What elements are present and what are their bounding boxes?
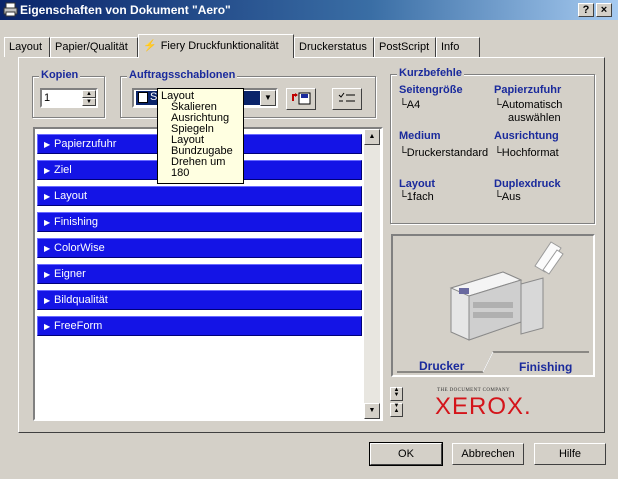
load-template-icon	[292, 92, 311, 105]
copies-spin-buttons: ▲ ▼	[82, 90, 96, 106]
layout-value[interactable]: └1fach	[399, 191, 434, 203]
expand-arrow-icon: ▶	[44, 322, 51, 331]
scroll-up-icon[interactable]: ▲	[364, 129, 380, 145]
section-freeform[interactable]: ▶ FreeForm	[37, 316, 362, 336]
printer-icon	[3, 2, 18, 17]
layout-label: Layout	[399, 178, 436, 190]
expand-arrow-icon: ▶	[44, 244, 51, 253]
copies-spinner[interactable]: 1 ▲ ▼	[40, 88, 98, 108]
popup-item: Drehen um 180	[171, 156, 226, 179]
expand-arrow-icon: ▶	[44, 218, 51, 227]
cancel-button[interactable]: Abbrechen	[452, 443, 524, 465]
expand-all-icon[interactable]: ▲ ▼	[390, 387, 403, 401]
preview-tab-finishing[interactable]: Finishing	[519, 360, 572, 374]
page-size-text: A4	[406, 99, 421, 111]
paper-feed-value[interactable]: └Automatisch	[494, 99, 562, 111]
section-colorwise[interactable]: ▶ ColorWise	[37, 238, 362, 258]
section-label: Bildqualität	[54, 294, 108, 306]
section-label: FreeForm	[54, 320, 103, 332]
tab-fiery[interactable]: ⚡ Fiery Druckfunktionalität	[138, 34, 294, 58]
help-title-button[interactable]: ?	[578, 3, 594, 17]
printer-preview: Drucker Finishing	[391, 234, 595, 377]
printer-illustration-icon	[449, 241, 564, 341]
page-size-value[interactable]: └A4	[399, 99, 420, 111]
expand-arrow-icon: ▶	[44, 270, 51, 279]
duplex-value[interactable]: └Aus	[494, 191, 521, 203]
help-button[interactable]: Hilfe	[534, 443, 606, 465]
tab-paper-quality[interactable]: Papier/Qualität	[50, 37, 138, 57]
load-template-button[interactable]	[286, 88, 316, 110]
list-scrollbar[interactable]: ▲ ▼	[364, 129, 380, 419]
media-text: Druckerstandard	[406, 147, 489, 159]
tab-info[interactable]: Info	[436, 37, 480, 57]
preview-tab-printer[interactable]: Drucker	[419, 359, 464, 373]
orientation-text: Hochformat	[501, 147, 559, 159]
window-title: Eigenschaften von Dokument "Aero"	[20, 3, 231, 17]
tab-layout[interactable]: Layout	[4, 37, 50, 57]
page-size-label: Seitengröße	[399, 84, 463, 96]
section-label: Ziel	[54, 164, 72, 176]
section-bildqualitaet[interactable]: ▶ Bildqualität	[37, 290, 362, 310]
section-label: Layout	[54, 190, 88, 202]
tab-postscript[interactable]: PostScript	[374, 37, 436, 57]
fiery-icon: ⚡	[143, 40, 157, 52]
tab-printer-status[interactable]: Druckerstatus	[294, 37, 374, 57]
template-doc-icon	[138, 92, 148, 103]
ok-button[interactable]: OK	[369, 442, 443, 466]
expand-arrow-icon: ▶	[44, 296, 51, 305]
section-finishing[interactable]: ▶ Finishing	[37, 212, 362, 232]
expand-arrow-icon: ▶	[44, 140, 51, 149]
collapse-all-icon[interactable]: ▼ ▲	[390, 403, 403, 417]
media-label: Medium	[399, 130, 441, 142]
xerox-logo: XEROX.	[435, 393, 532, 420]
close-title-button[interactable]: ×	[596, 3, 612, 17]
copies-title: Kopien	[39, 69, 81, 81]
section-label: Finishing	[54, 216, 99, 228]
spin-down-icon[interactable]: ▼	[82, 98, 96, 106]
tab-fiery-label: Fiery Druckfunktionalität	[160, 40, 279, 52]
duplex-text: Aus	[501, 191, 521, 203]
edit-templates-button[interactable]	[332, 88, 362, 110]
media-value[interactable]: └Druckerstandard	[399, 147, 488, 159]
section-eigner[interactable]: ▶ Eigner	[37, 264, 362, 284]
title-bar: Eigenschaften von Dokument "Aero" ? ×	[0, 0, 618, 20]
chevron-down-icon[interactable]: ▼	[260, 90, 276, 106]
paper-feed-text-2: auswählen	[508, 112, 561, 124]
paper-feed-text-1: Automatisch	[501, 99, 563, 111]
expand-arrow-icon: ▶	[44, 166, 51, 175]
paper-feed-label: Papierzufuhr	[494, 84, 562, 96]
orientation-value[interactable]: └Hochformat	[494, 147, 559, 159]
expand-arrow-icon: ▶	[44, 192, 51, 201]
shortcuts-title: Kurzbefehle	[397, 67, 464, 79]
layout-text: 1fach	[406, 191, 434, 203]
spin-up-icon[interactable]: ▲	[82, 90, 96, 98]
template-info-popup: Layout Skalieren Ausrichtung Spiegeln La…	[157, 88, 244, 184]
job-templates-title: Auftragsschablonen	[127, 69, 238, 81]
orientation-label: Ausrichtung	[494, 130, 559, 142]
section-layout[interactable]: ▶ Layout	[37, 186, 362, 206]
section-label: ColorWise	[54, 242, 105, 254]
duplex-label: Duplexdruck	[494, 178, 561, 190]
section-label: Papierzufuhr	[54, 138, 117, 150]
checklist-icon	[338, 92, 355, 102]
section-label: Eigner	[54, 268, 86, 280]
scroll-down-icon[interactable]: ▼	[364, 403, 380, 419]
copies-value: 1	[44, 92, 51, 104]
